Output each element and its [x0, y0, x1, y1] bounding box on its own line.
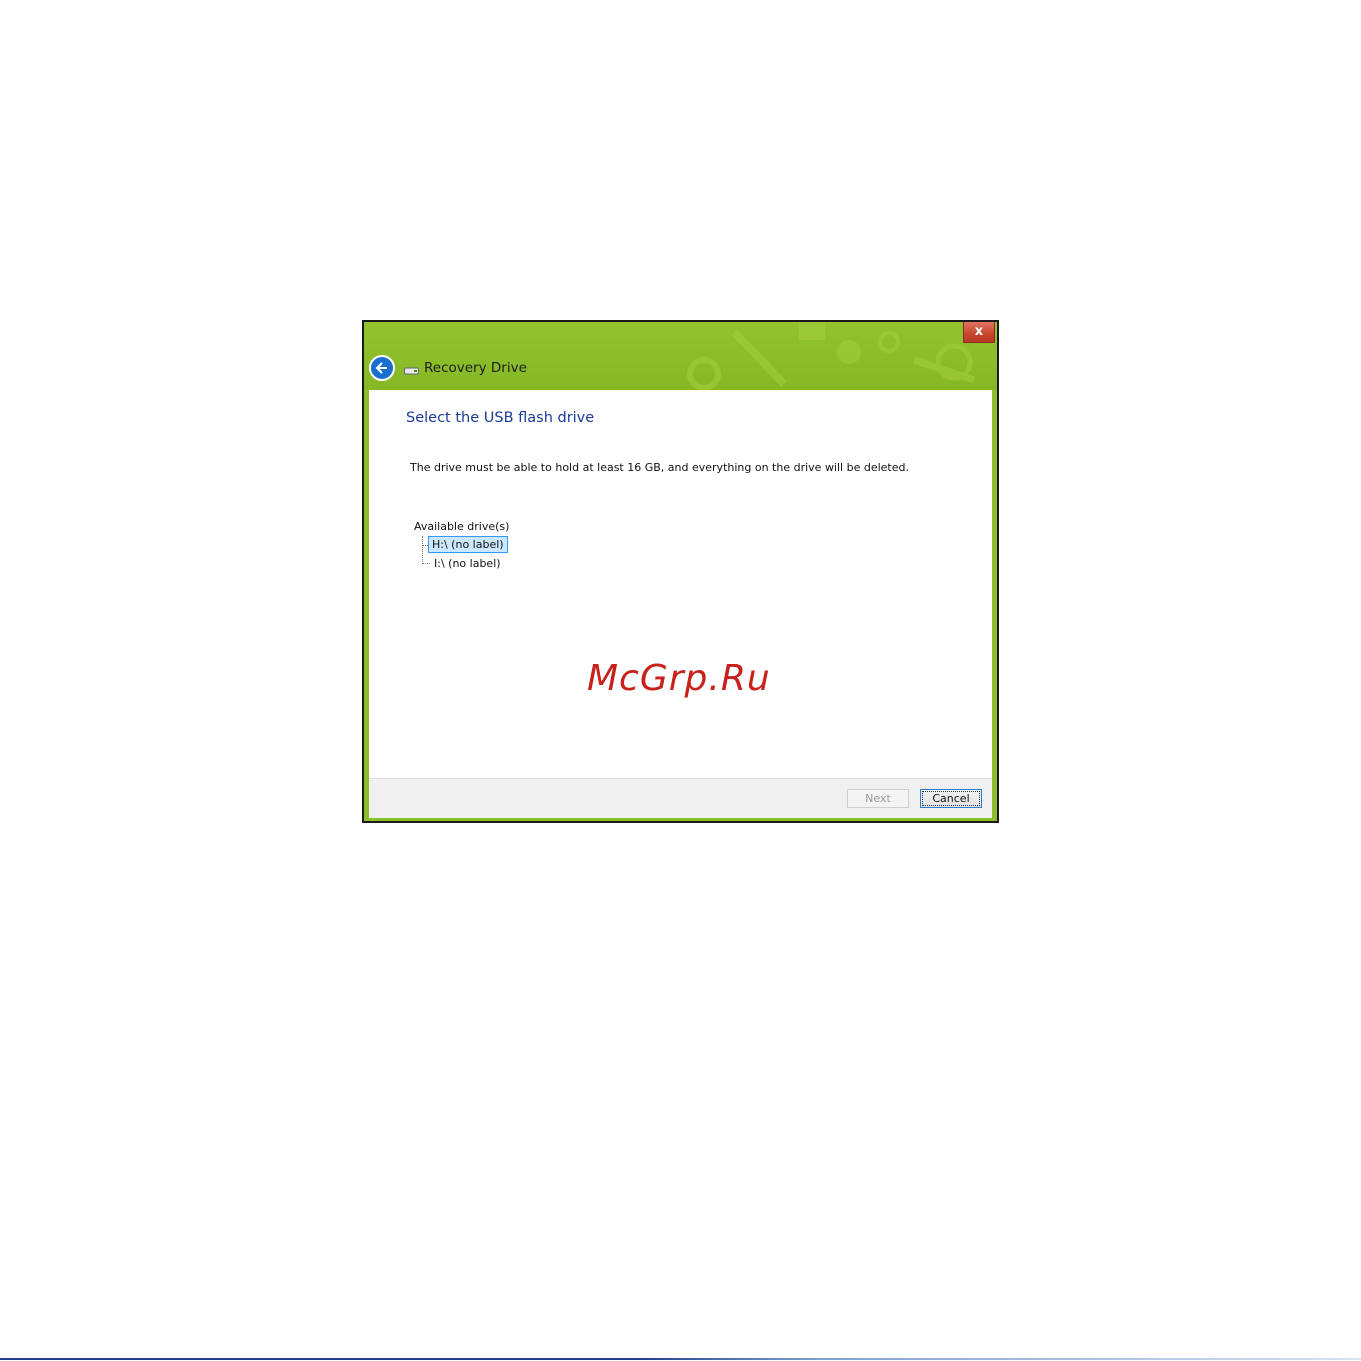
tree-connector [423, 563, 430, 564]
drive-item-h[interactable]: H:\ (no label) [428, 536, 508, 553]
content-panel: Select the USB flash drive The drive mus… [369, 390, 992, 778]
tree-connector [422, 536, 423, 564]
page: x Recovery Drive Select the USB flash dr… [0, 0, 1361, 1361]
background-decoration [687, 322, 976, 390]
window-title: Recovery Drive [424, 360, 527, 376]
close-button[interactable]: x [963, 322, 995, 343]
drive-icon [404, 367, 419, 375]
next-button[interactable]: Next [847, 789, 909, 808]
recovery-drive-window: x Recovery Drive Select the USB flash dr… [362, 320, 999, 823]
page-bottom-rule [0, 1358, 1361, 1360]
cancel-button[interactable]: Cancel [920, 789, 982, 808]
footer-bar: Next Cancel [369, 778, 992, 818]
close-icon: x [974, 324, 984, 339]
drive-tree-label: Available drive(s) [414, 520, 510, 533]
cancel-button-label: Cancel [922, 791, 980, 806]
title-bar[interactable]: x Recovery Drive [364, 322, 997, 390]
back-button[interactable] [369, 355, 395, 381]
page-heading: Select the USB flash drive [406, 410, 595, 426]
drive-item-i[interactable]: I:\ (no label) [430, 555, 505, 572]
watermark: McGrp.Ru [587, 658, 771, 699]
description-text: The drive must be able to hold at least … [410, 461, 909, 474]
back-arrow-icon [375, 362, 387, 374]
